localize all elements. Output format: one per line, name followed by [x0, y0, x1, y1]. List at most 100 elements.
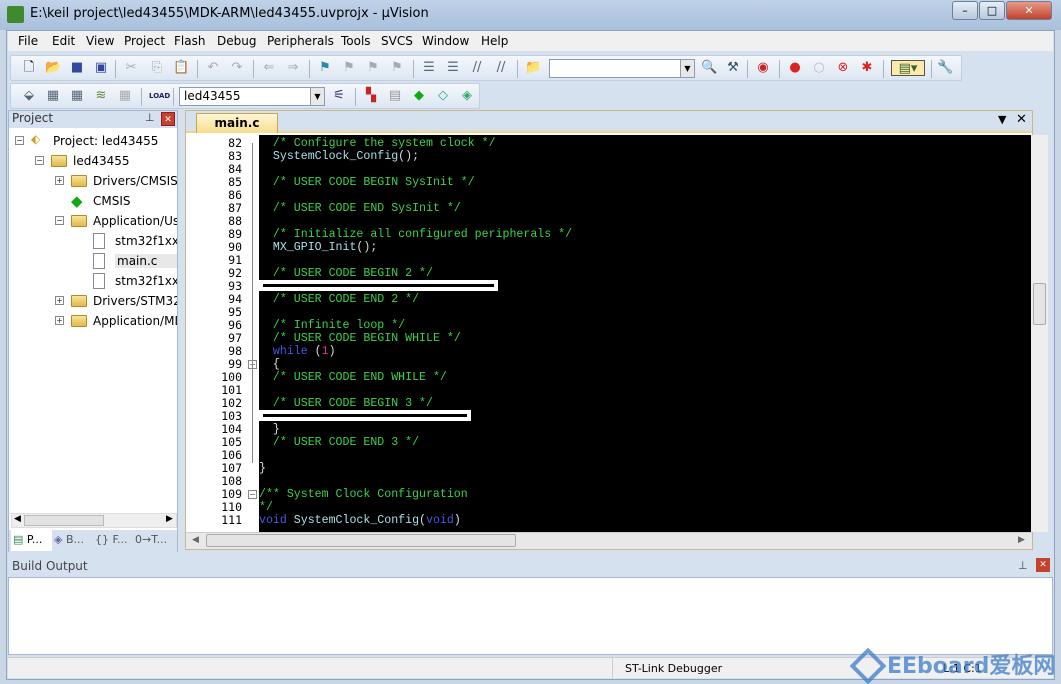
editor-hscrollbar[interactable]: ◀ ▶	[186, 532, 1032, 549]
pack-installer-icon[interactable]: ◈	[459, 88, 475, 104]
comment-icon[interactable]: //	[469, 60, 485, 76]
download-load-icon[interactable]: LOAD	[149, 88, 170, 104]
unindent-icon[interactable]: ☰	[445, 60, 461, 76]
prev-bookmark-icon[interactable]: ⚑	[341, 60, 357, 76]
run-time-environment-icon[interactable]: ◆	[411, 88, 427, 104]
expand-icon[interactable]: +	[55, 316, 64, 325]
tab-templates[interactable]: 0→T...	[135, 533, 167, 546]
save-icon[interactable]: ■	[69, 60, 85, 76]
nav-back-icon[interactable]: ⇐	[261, 60, 277, 76]
menu-peripherals[interactable]: Peripherals	[267, 34, 334, 48]
translate-icon[interactable]: ⬙	[21, 88, 37, 104]
next-bookmark-icon[interactable]: ⚑	[365, 60, 381, 76]
menu-project[interactable]: Project	[124, 34, 165, 48]
tree-item[interactable]: − ⬖ Project: led43455	[9, 131, 177, 151]
fold-collapse-icon[interactable]: −	[248, 490, 257, 499]
copy-icon[interactable]: ⎘	[149, 60, 165, 76]
tree-item[interactable]: − Application/User	[9, 211, 177, 231]
tree-item[interactable]: stm32f1xx_it.c	[9, 271, 177, 291]
expand-icon[interactable]: +	[55, 176, 64, 185]
menu-tools[interactable]: Tools	[341, 34, 371, 48]
tab-project[interactable]: ▤ P...	[11, 530, 52, 551]
collapse-icon[interactable]: −	[55, 216, 64, 225]
incremental-find-icon[interactable]: ⚒	[725, 60, 741, 76]
maximize-button[interactable]: □	[979, 1, 1005, 20]
new-file-icon[interactable]: 🗋	[21, 60, 37, 76]
build-icon[interactable]: ▦	[45, 88, 61, 104]
menu-edit[interactable]: Edit	[52, 34, 75, 48]
undo-icon[interactable]: ↶	[205, 60, 221, 76]
paste-icon[interactable]: 📋	[173, 60, 189, 76]
indent-icon[interactable]: ☰	[421, 60, 437, 76]
enable-breakpoint-icon[interactable]: ○	[811, 60, 827, 76]
bookmark-icon[interactable]: ⚑	[317, 60, 333, 76]
save-all-icon[interactable]: ▣	[93, 60, 109, 76]
editor-vscrollbar[interactable]	[1031, 135, 1048, 532]
menu-window[interactable]: Window	[422, 34, 469, 48]
expand-icon[interactable]: +	[55, 296, 64, 305]
tab-main-c[interactable]: main.c	[196, 113, 278, 133]
select-packs-icon[interactable]: ◇	[435, 88, 451, 104]
close-tab-icon[interactable]: ✕	[1016, 112, 1027, 127]
minimize-button[interactable]: –	[952, 1, 978, 20]
window-layout-icon[interactable]: ▤▾	[891, 60, 925, 76]
pin-icon[interactable]: ⊥	[1018, 559, 1028, 572]
scroll-thumb[interactable]	[206, 534, 516, 547]
tree-item[interactable]: + Drivers/CMSIS	[9, 171, 177, 191]
collapse-icon[interactable]: −	[15, 136, 24, 145]
collapse-icon[interactable]: −	[35, 156, 44, 165]
uncomment-icon[interactable]: //	[493, 60, 509, 76]
disable-breakpoints-icon[interactable]: ⊗	[835, 60, 851, 76]
code-area[interactable]: /* Configure the system clock */ SystemC…	[259, 135, 1031, 532]
scroll-thumb[interactable]	[1033, 283, 1046, 325]
tree-item[interactable]: − led43455	[9, 151, 177, 171]
target-select[interactable]: led43455 ▼	[179, 87, 325, 106]
scroll-left-icon[interactable]: ◀	[14, 514, 21, 524]
menu-help[interactable]: Help	[481, 34, 508, 48]
target-options-icon[interactable]: ⚟	[331, 88, 347, 104]
menu-flash[interactable]: Flash	[174, 34, 205, 48]
close-window-button[interactable]: ✕	[1006, 1, 1052, 20]
scroll-right-icon[interactable]: ▶	[166, 514, 173, 524]
open-icon[interactable]: 📂	[45, 60, 61, 76]
menu-view[interactable]: View	[86, 34, 114, 48]
project-hscrollbar[interactable]: ◀ ▶	[11, 513, 177, 528]
tree-item[interactable]: main.c	[9, 251, 177, 271]
configure-icon[interactable]: 🔧	[937, 60, 953, 76]
chevron-down-icon[interactable]: ▼	[680, 60, 694, 77]
tab-list-icon[interactable]: ▼	[998, 113, 1006, 126]
menu-file[interactable]: File	[18, 34, 38, 48]
cut-icon[interactable]: ✂	[123, 60, 139, 76]
redo-icon[interactable]: ↷	[229, 60, 245, 76]
find-combo[interactable]: ▼	[549, 59, 695, 78]
scroll-left-icon[interactable]: ◀	[192, 535, 199, 545]
file-extensions-icon[interactable]: ▤	[387, 88, 403, 104]
tab-books[interactable]: ◈ B...	[54, 533, 84, 546]
tree-item[interactable]: + Application/MDK-ARM	[9, 311, 177, 331]
pin-icon[interactable]: ⊥	[145, 111, 155, 124]
menu-svcs[interactable]: SVCS	[381, 34, 413, 48]
scroll-right-icon[interactable]: ▶	[1018, 535, 1025, 545]
chevron-down-icon[interactable]: ▼	[310, 88, 324, 105]
close-panel-icon[interactable]: ✕	[1036, 558, 1050, 572]
stop-build-icon[interactable]: ▦	[117, 88, 133, 104]
tree-item[interactable]: stm32f1xx_hal_msp.c	[9, 231, 177, 251]
manage-components-icon[interactable]: ▚	[363, 88, 379, 104]
build-output-text[interactable]	[8, 577, 1053, 655]
tab-functions[interactable]: {} F...	[95, 533, 128, 546]
close-panel-icon[interactable]: ✕	[161, 112, 175, 126]
tree-item[interactable]: ◆ CMSIS	[9, 191, 177, 211]
debug-session-icon[interactable]: ◉	[755, 60, 771, 76]
insert-breakpoint-icon[interactable]: ●	[787, 60, 803, 76]
folder-icon	[71, 175, 87, 187]
kill-breakpoints-icon[interactable]: ✱	[859, 60, 875, 76]
rebuild-icon[interactable]: ▦	[69, 88, 85, 104]
nav-forward-icon[interactable]: ⇒	[285, 60, 301, 76]
tree-item[interactable]: + Drivers/STM32F1xx_HAL_Driver	[9, 291, 177, 311]
find-in-files-icon[interactable]: 📁	[525, 60, 541, 76]
batch-build-icon[interactable]: ≋	[93, 88, 109, 104]
find-icon[interactable]: 🔍	[701, 60, 717, 76]
clear-bookmarks-icon[interactable]: ⚑	[389, 60, 405, 76]
menu-debug[interactable]: Debug	[217, 34, 256, 48]
scroll-thumb[interactable]	[24, 515, 104, 526]
